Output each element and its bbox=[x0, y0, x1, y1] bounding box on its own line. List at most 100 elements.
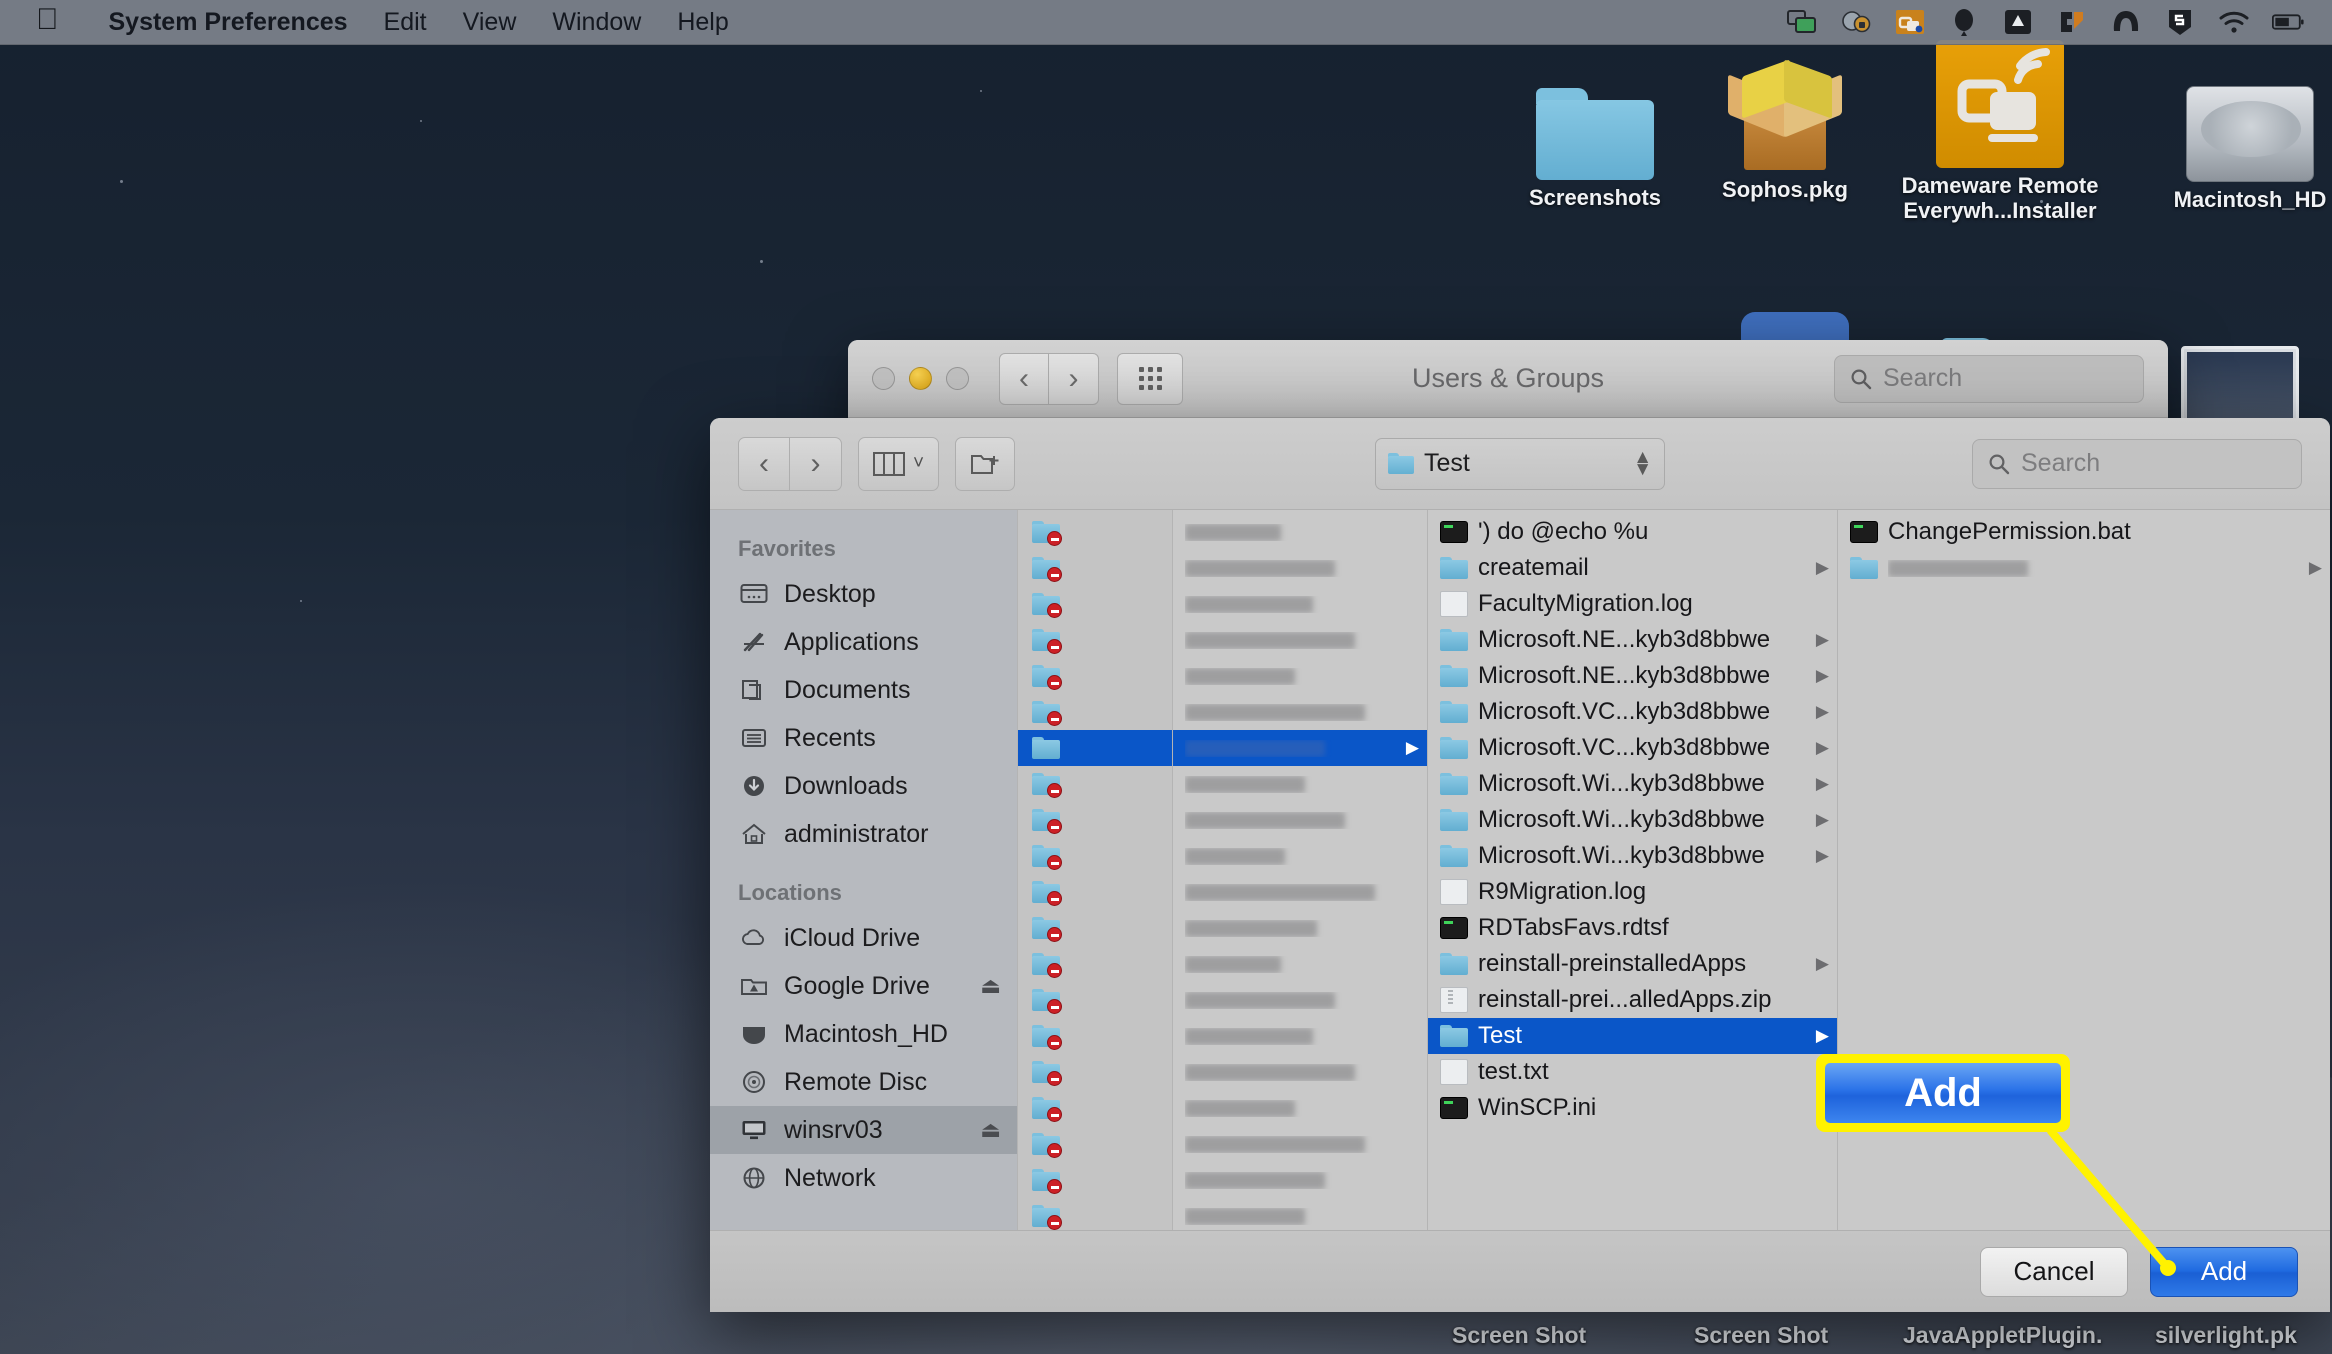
add-button[interactable]: Add bbox=[2150, 1246, 2298, 1297]
browser-row[interactable] bbox=[1018, 514, 1172, 550]
browser-row[interactable]: ▶ bbox=[1838, 550, 2330, 586]
browser-row[interactable]: reinstall-prei...alledApps.zip bbox=[1428, 982, 1837, 1018]
eject-icon[interactable]: ⏏ bbox=[980, 973, 1001, 999]
jamf-icon[interactable] bbox=[2056, 6, 2088, 38]
browser-row[interactable] bbox=[1173, 1198, 1427, 1230]
browser-row[interactable] bbox=[1173, 1054, 1427, 1090]
browser-row[interactable]: test.txt bbox=[1428, 1054, 1837, 1090]
path-popup-button[interactable]: Test ▲ ▼ bbox=[1375, 437, 1665, 490]
browser-row[interactable]: Microsoft.Wi...kyb3d8bbwe ▶ bbox=[1428, 838, 1837, 874]
google-drive-icon[interactable] bbox=[2002, 6, 2034, 38]
wifi-icon[interactable] bbox=[2218, 6, 2250, 38]
sidebar-item-google-drive[interactable]: Google Drive ⏏ bbox=[710, 962, 1017, 1010]
sidebar-item-applications[interactable]: Applications bbox=[710, 618, 1017, 666]
prefs-search-field[interactable]: Search bbox=[1834, 354, 2144, 403]
browser-row[interactable] bbox=[1173, 514, 1427, 550]
browser-row[interactable] bbox=[1018, 838, 1172, 874]
view-mode-button[interactable]: ˅ bbox=[858, 436, 940, 491]
browser-row[interactable] bbox=[1018, 622, 1172, 658]
zoom-button[interactable] bbox=[946, 367, 969, 390]
browser-row[interactable]: FacultyMigration.log bbox=[1428, 586, 1837, 622]
browser-column-redacted-names[interactable]: ▶ bbox=[1172, 510, 1427, 1230]
browser-row[interactable] bbox=[1018, 910, 1172, 946]
sidebar-item-documents[interactable]: Documents bbox=[710, 666, 1017, 714]
dialog-forward-button[interactable]: › bbox=[790, 436, 842, 491]
browser-row[interactable]: reinstall-preinstalledApps ▶ bbox=[1428, 946, 1837, 982]
browser-row[interactable]: RDTabsFavs.rdtsf bbox=[1428, 910, 1837, 946]
browser-row[interactable] bbox=[1018, 1090, 1172, 1126]
browser-row[interactable]: Test ▶ bbox=[1428, 1018, 1837, 1054]
dialog-navigation[interactable]: ‹ › bbox=[738, 436, 842, 491]
browser-row[interactable] bbox=[1173, 802, 1427, 838]
dialog-search-field[interactable]: Search bbox=[1972, 438, 2302, 489]
cancel-button[interactable]: Cancel bbox=[1980, 1246, 2128, 1297]
browser-row[interactable] bbox=[1173, 1126, 1427, 1162]
sidebar-item-downloads[interactable]: Downloads bbox=[710, 762, 1017, 810]
desktop-icon-macintosh-hd[interactable]: Macintosh_HD bbox=[2150, 62, 2332, 213]
menu-view[interactable]: View bbox=[445, 8, 535, 37]
browser-row[interactable]: Microsoft.NE...kyb3d8bbwe ▶ bbox=[1428, 622, 1837, 658]
browser-row[interactable]: ChangePermission.bat bbox=[1838, 514, 2330, 550]
desktop-icon-screenshots[interactable]: Screenshots bbox=[1495, 60, 1695, 211]
browser-row[interactable] bbox=[1173, 658, 1427, 694]
forward-button[interactable]: › bbox=[1049, 352, 1099, 405]
browser-row[interactable]: Microsoft.Wi...kyb3d8bbwe ▶ bbox=[1428, 802, 1837, 838]
malwarebytes-icon[interactable] bbox=[2110, 6, 2142, 38]
browser-row[interactable]: createmail ▶ bbox=[1428, 550, 1837, 586]
sidebar-item-macintosh-hd[interactable]: Macintosh_HD bbox=[710, 1010, 1017, 1058]
browser-row[interactable] bbox=[1018, 586, 1172, 622]
sidebar-item-winsrv03[interactable]: winsrv03 ⏏ bbox=[710, 1106, 1017, 1154]
menu-help[interactable]: Help bbox=[659, 8, 746, 37]
browser-row[interactable]: Microsoft.VC...kyb3d8bbwe ▶ bbox=[1428, 694, 1837, 730]
close-button[interactable] bbox=[872, 367, 895, 390]
sidebar-item-desktop[interactable]: Desktop bbox=[710, 570, 1017, 618]
desktop-icon-dameware[interactable]: Dameware Remote Everywh...Installer bbox=[1900, 40, 2100, 223]
browser-row[interactable] bbox=[1018, 550, 1172, 586]
desktop-icon-screenshot-thumb[interactable] bbox=[2140, 310, 2332, 430]
browser-row[interactable] bbox=[1018, 874, 1172, 910]
sidebar-item-administrator[interactable]: administrator bbox=[710, 810, 1017, 858]
browser-row[interactable] bbox=[1173, 838, 1427, 874]
sidebar-item-icloud-drive[interactable]: iCloud Drive bbox=[710, 914, 1017, 962]
globe-lock-icon[interactable] bbox=[1840, 6, 1872, 38]
browser-row[interactable] bbox=[1173, 946, 1427, 982]
dameware-icon[interactable] bbox=[1894, 6, 1926, 38]
minimize-button[interactable] bbox=[909, 367, 932, 390]
browser-row[interactable] bbox=[1173, 694, 1427, 730]
sidebar-item-recents[interactable]: Recents bbox=[710, 714, 1017, 762]
apple-logo-icon[interactable]:  bbox=[36, 5, 59, 35]
dialog-back-button[interactable]: ‹ bbox=[738, 436, 790, 491]
browser-row[interactable]: Microsoft.VC...kyb3d8bbwe ▶ bbox=[1428, 730, 1837, 766]
back-button[interactable]: ‹ bbox=[999, 352, 1049, 405]
menu-system-preferences[interactable]: System Preferences bbox=[91, 8, 366, 37]
browser-row[interactable] bbox=[1173, 982, 1427, 1018]
browser-row[interactable] bbox=[1173, 622, 1427, 658]
browser-column-files[interactable]: ') do @echo %u createmail ▶ FacultyMigratio… bbox=[1427, 510, 1837, 1230]
browser-row[interactable] bbox=[1018, 1018, 1172, 1054]
browser-row[interactable] bbox=[1018, 802, 1172, 838]
balloon-icon[interactable] bbox=[1948, 6, 1980, 38]
browser-row[interactable] bbox=[1018, 658, 1172, 694]
browser-row[interactable] bbox=[1018, 1198, 1172, 1230]
browser-row[interactable] bbox=[1018, 766, 1172, 802]
browser-row[interactable]: R9Migration.log bbox=[1428, 874, 1837, 910]
browser-row[interactable] bbox=[1173, 1090, 1427, 1126]
browser-row[interactable] bbox=[1173, 766, 1427, 802]
browser-row[interactable] bbox=[1173, 1162, 1427, 1198]
browser-row[interactable]: ') do @echo %u bbox=[1428, 514, 1837, 550]
browser-row[interactable] bbox=[1018, 982, 1172, 1018]
browser-row[interactable] bbox=[1018, 694, 1172, 730]
show-all-button[interactable] bbox=[1117, 352, 1183, 405]
browser-row[interactable] bbox=[1173, 586, 1427, 622]
browser-row[interactable] bbox=[1018, 730, 1172, 766]
desktop-icon-sophos-pkg[interactable]: Sophos.pkg bbox=[1685, 52, 1885, 203]
browser-row[interactable]: WinSCP.ini bbox=[1428, 1090, 1837, 1126]
sidebar-item-remote-disc[interactable]: Remote Disc bbox=[710, 1058, 1017, 1106]
prefs-navigation[interactable]: ‹ › bbox=[999, 352, 1099, 405]
browser-row[interactable] bbox=[1018, 1126, 1172, 1162]
eject-icon[interactable]: ⏏ bbox=[980, 1117, 1001, 1143]
browser-row[interactable] bbox=[1018, 1162, 1172, 1198]
new-folder-button[interactable] bbox=[955, 436, 1016, 491]
sophos-icon[interactable] bbox=[2164, 6, 2196, 38]
finder-open-dialog[interactable]: ‹ › ˅ Test ▲ ▼ Search Favorites Desktop … bbox=[710, 418, 2330, 1312]
